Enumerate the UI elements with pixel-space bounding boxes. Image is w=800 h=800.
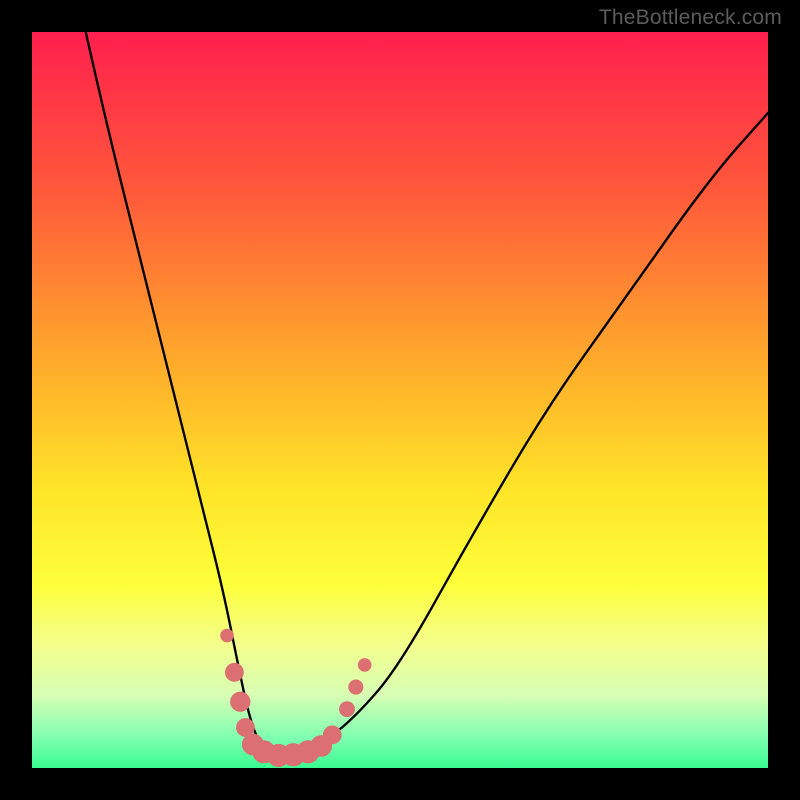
curve-marker [323, 726, 341, 744]
curve-marker [221, 629, 234, 642]
bottleneck-curve [32, 32, 768, 768]
curve-marker [340, 702, 355, 717]
curve-marker [349, 680, 363, 694]
curve-marker [358, 659, 371, 672]
curve-marker [231, 692, 250, 711]
chart-frame: TheBottleneck.com [0, 0, 800, 800]
plot-area [32, 32, 768, 768]
watermark-text: TheBottleneck.com [599, 6, 782, 30]
curve-marker [226, 663, 244, 681]
